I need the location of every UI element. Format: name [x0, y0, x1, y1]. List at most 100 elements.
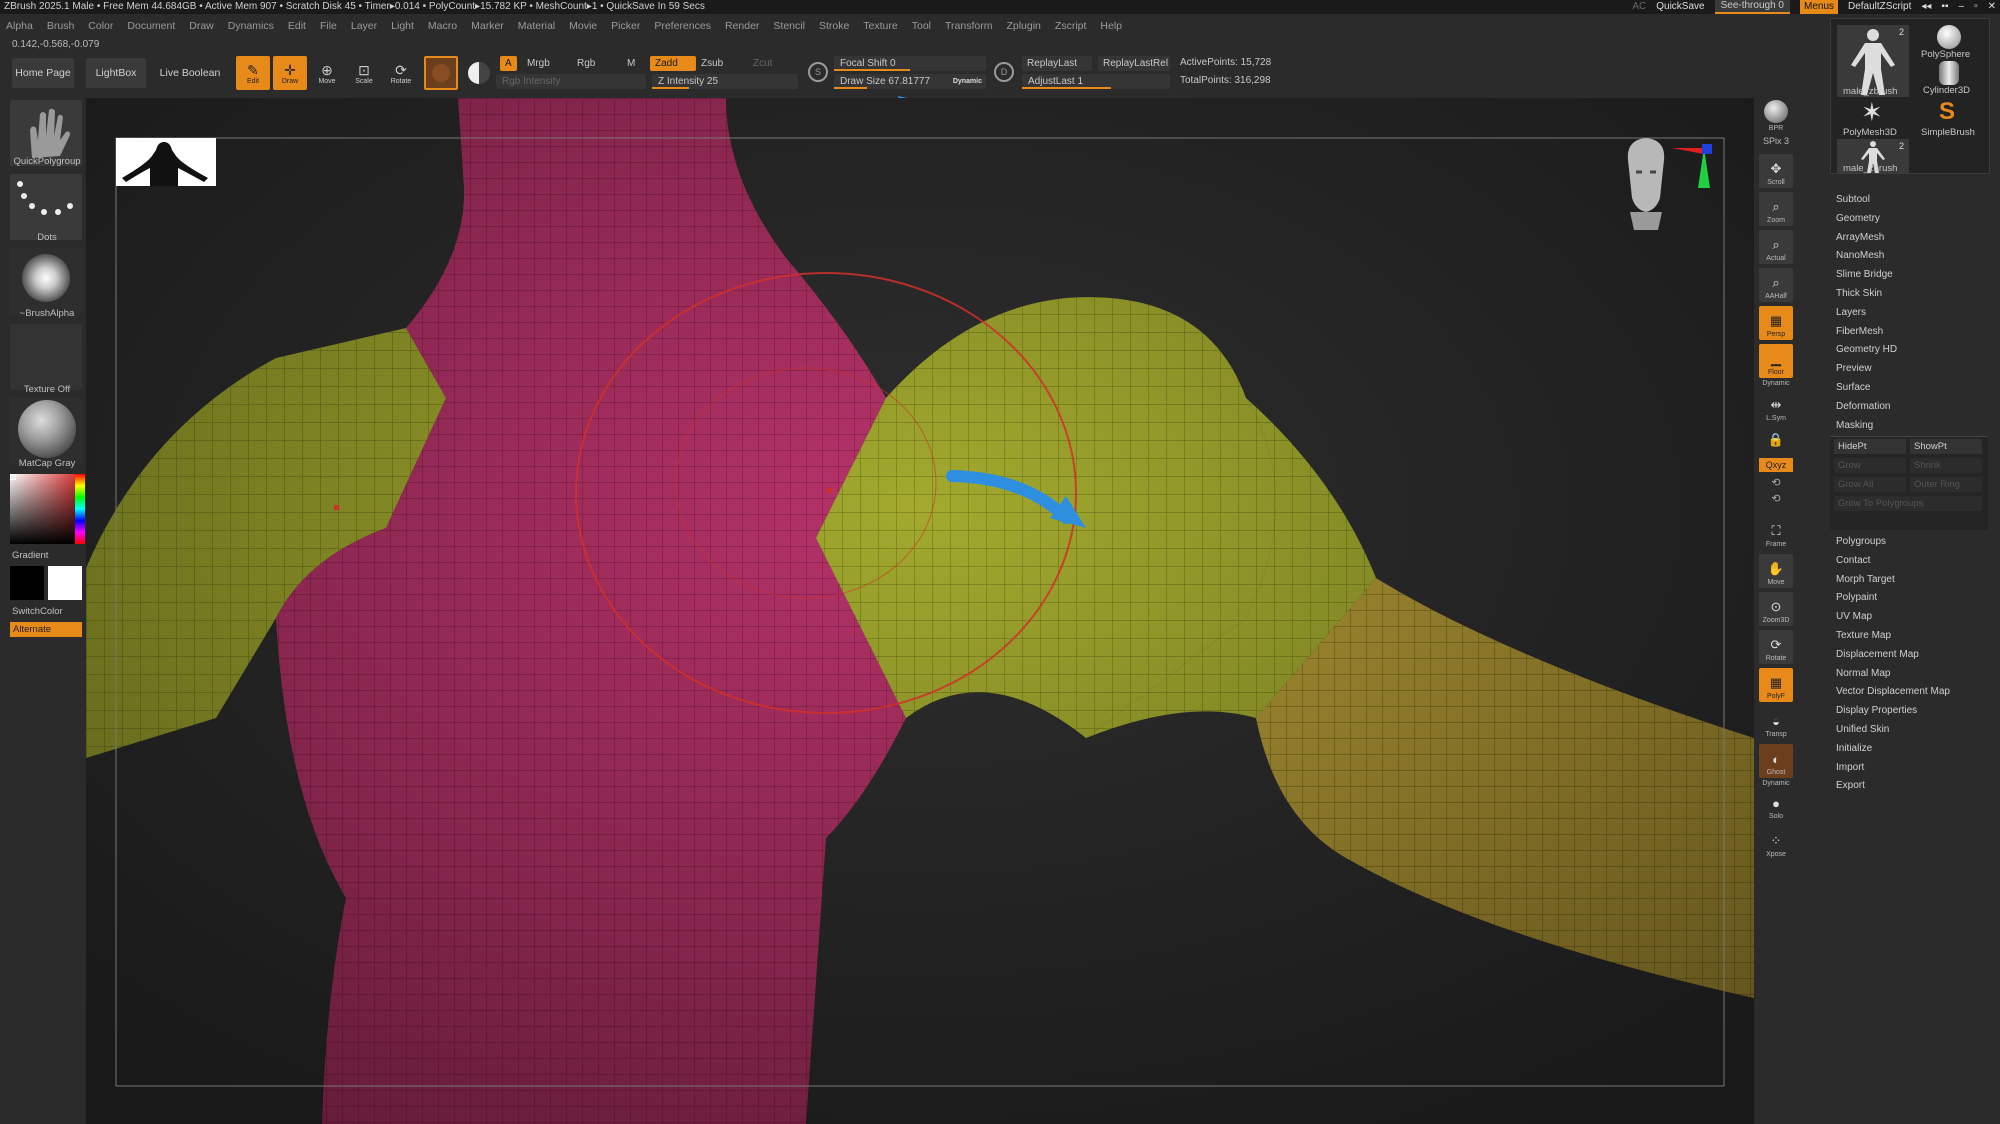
rotate-y-icon[interactable]: ⟲ — [1759, 492, 1793, 505]
menu-draw[interactable]: Draw — [189, 20, 214, 32]
maximize-icon[interactable]: ▫ — [1974, 0, 1978, 14]
menu-alpha[interactable]: Alpha — [6, 20, 33, 32]
subpalette-uv-map[interactable]: UV Map — [1836, 611, 1872, 622]
menu-tool[interactable]: Tool — [912, 20, 931, 32]
menu-picker[interactable]: Picker — [611, 20, 640, 32]
menu-stroke[interactable]: Stroke — [819, 20, 849, 32]
subpalette-thick-skin[interactable]: Thick Skin — [1836, 288, 1882, 299]
transp-button[interactable]: ◒ Transp — [1759, 706, 1793, 740]
see-through-slider[interactable]: See-through 0 — [1714, 0, 1790, 14]
subpalette-morph-target[interactable]: Morph Target — [1836, 574, 1895, 585]
home-page-button[interactable]: Home Page — [12, 58, 74, 88]
menu-dynamics[interactable]: Dynamics — [228, 20, 274, 32]
subpalette-masking[interactable]: Masking — [1836, 420, 1873, 431]
alpha-thumbnail[interactable] — [10, 248, 82, 314]
frame-button[interactable]: ⛶ Frame — [1759, 516, 1793, 550]
menu-brush[interactable]: Brush — [47, 20, 74, 32]
subpalette-initialize[interactable]: Initialize — [1836, 743, 1872, 754]
menu-render[interactable]: Render — [725, 20, 759, 32]
edit-button[interactable]: ✎ Edit — [236, 56, 270, 90]
z-intensity-slider[interactable]: Z Intensity 25 — [652, 74, 798, 89]
grow-button[interactable]: Grow — [1834, 458, 1906, 473]
minimize-icon[interactable]: – — [1959, 0, 1965, 14]
menu-macro[interactable]: Macro — [428, 20, 457, 32]
rotate-view-button[interactable]: ⟳ Rotate — [1759, 630, 1793, 664]
zsub-toggle[interactable]: Zsub — [696, 56, 742, 71]
move-button[interactable]: ⊕ Move — [310, 56, 344, 90]
menu-marker[interactable]: Marker — [471, 20, 504, 32]
subpalette-unified-skin[interactable]: Unified Skin — [1836, 724, 1889, 735]
menus-toggle[interactable]: Menus — [1799, 0, 1838, 14]
zcut-toggle[interactable]: Zcut — [748, 56, 777, 71]
subpalette-arraymesh[interactable]: ArrayMesh — [1836, 232, 1884, 243]
shrink-button[interactable]: Shrink — [1910, 458, 1982, 473]
help-icon[interactable]: ▪▪ — [1941, 0, 1948, 14]
grow-all-button[interactable]: Grow All — [1834, 477, 1906, 492]
menu-movie[interactable]: Movie — [569, 20, 597, 32]
draw-button[interactable]: ✛ Draw — [273, 56, 307, 90]
close-icon[interactable]: ✕ — [1988, 0, 1996, 14]
menu-stencil[interactable]: Stencil — [773, 20, 805, 32]
subpalette-display-properties[interactable]: Display Properties — [1836, 705, 1917, 716]
subpalette-fibermesh[interactable]: FiberMesh — [1836, 326, 1883, 337]
lightbox-button[interactable]: LightBox — [86, 58, 146, 88]
scroll-button[interactable]: ✥ Scroll — [1759, 154, 1793, 188]
quicksave-button[interactable]: QuickSave — [1656, 0, 1704, 14]
subpalette-displacement-map[interactable]: Displacement Map — [1836, 649, 1919, 660]
zoom3d-button[interactable]: ⊙ Zoom3D — [1759, 592, 1793, 626]
qxyz-button[interactable]: Qxyz — [1759, 458, 1793, 472]
secondary-color-swatch[interactable] — [48, 566, 82, 600]
subpalette-vector-displacement-map[interactable]: Vector Displacement Map — [1836, 686, 1950, 697]
spix-slider[interactable]: SPix 3 — [1759, 136, 1793, 146]
persp-button[interactable]: ▦ Persp — [1759, 306, 1793, 340]
alternate-button[interactable]: Alternate — [10, 622, 82, 637]
bpr-button[interactable]: BPR — [1759, 100, 1793, 134]
subpalette-geometry-hd[interactable]: Geometry HD — [1836, 344, 1897, 355]
subpalette-nanomesh[interactable]: NanoMesh — [1836, 250, 1884, 261]
menu-light[interactable]: Light — [391, 20, 414, 32]
menu-help[interactable]: Help — [1100, 20, 1122, 32]
aahalf-button[interactable]: ⌕ AAHalf — [1759, 268, 1793, 302]
subpalette-contact[interactable]: Contact — [1836, 555, 1870, 566]
zoom-button[interactable]: ⌕ Zoom — [1759, 192, 1793, 226]
subpalette-polypaint[interactable]: Polypaint — [1836, 592, 1877, 603]
material-sphere-button[interactable] — [424, 56, 458, 90]
menu-zscript[interactable]: Zscript — [1055, 20, 1087, 32]
sphere-toggle-button[interactable] — [462, 56, 496, 90]
ac-button[interactable]: AC — [1632, 0, 1646, 14]
menu-texture[interactable]: Texture — [863, 20, 897, 32]
subpalette-layers[interactable]: Layers — [1836, 307, 1866, 318]
move-view-button[interactable]: ✋ Move — [1759, 554, 1793, 588]
material-thumbnail[interactable] — [10, 398, 82, 464]
subpalette-geometry[interactable]: Geometry — [1836, 213, 1880, 224]
subpalette-surface[interactable]: Surface — [1836, 382, 1870, 393]
stroke-thumbnail[interactable] — [10, 174, 82, 240]
default-zscript-button[interactable]: DefaultZScript — [1848, 0, 1911, 14]
subpalette-preview[interactable]: Preview — [1836, 363, 1872, 374]
layout-icon[interactable]: ◂◂ — [1921, 0, 1931, 14]
menu-material[interactable]: Material — [518, 20, 555, 32]
live-boolean-button[interactable]: Live Boolean — [156, 58, 224, 88]
hue-strip[interactable] — [75, 474, 85, 544]
focal-shift-slider[interactable]: Focal Shift 0 — [834, 56, 986, 71]
mrgb-toggle[interactable]: Mrgb — [522, 56, 555, 71]
floor-button[interactable]: ▁ Floor — [1759, 344, 1793, 378]
mesh-viewport[interactable] — [86, 98, 1754, 1124]
dynamic-size-toggle[interactable]: Dynamic — [953, 74, 982, 89]
menu-document[interactable]: Document — [127, 20, 175, 32]
adjust-last-slider[interactable]: AdjustLast 1 — [1022, 74, 1170, 89]
lsym-button[interactable]: ⇹ L.Sym — [1759, 390, 1793, 424]
hidept-button[interactable]: HidePt — [1834, 439, 1906, 454]
polyf-button[interactable]: ▦ PolyF — [1759, 668, 1793, 702]
subpalette-texture-map[interactable]: Texture Map — [1836, 630, 1891, 641]
ghost-button[interactable]: ◐ Ghost — [1759, 744, 1793, 778]
actual-button[interactable]: ⌕ Actual — [1759, 230, 1793, 264]
scale-button[interactable]: ⊡ Scale — [347, 56, 381, 90]
m-toggle[interactable]: M — [622, 56, 640, 71]
rgb-intensity-slider[interactable]: Rgb Intensity — [496, 74, 646, 89]
rotate-button[interactable]: ⟳ Rotate — [384, 56, 418, 90]
lazy-mouse-icon[interactable]: S — [808, 62, 828, 82]
menu-preferences[interactable]: Preferences — [654, 20, 711, 32]
menu-edit[interactable]: Edit — [288, 20, 306, 32]
a-toggle[interactable]: A — [500, 56, 517, 71]
